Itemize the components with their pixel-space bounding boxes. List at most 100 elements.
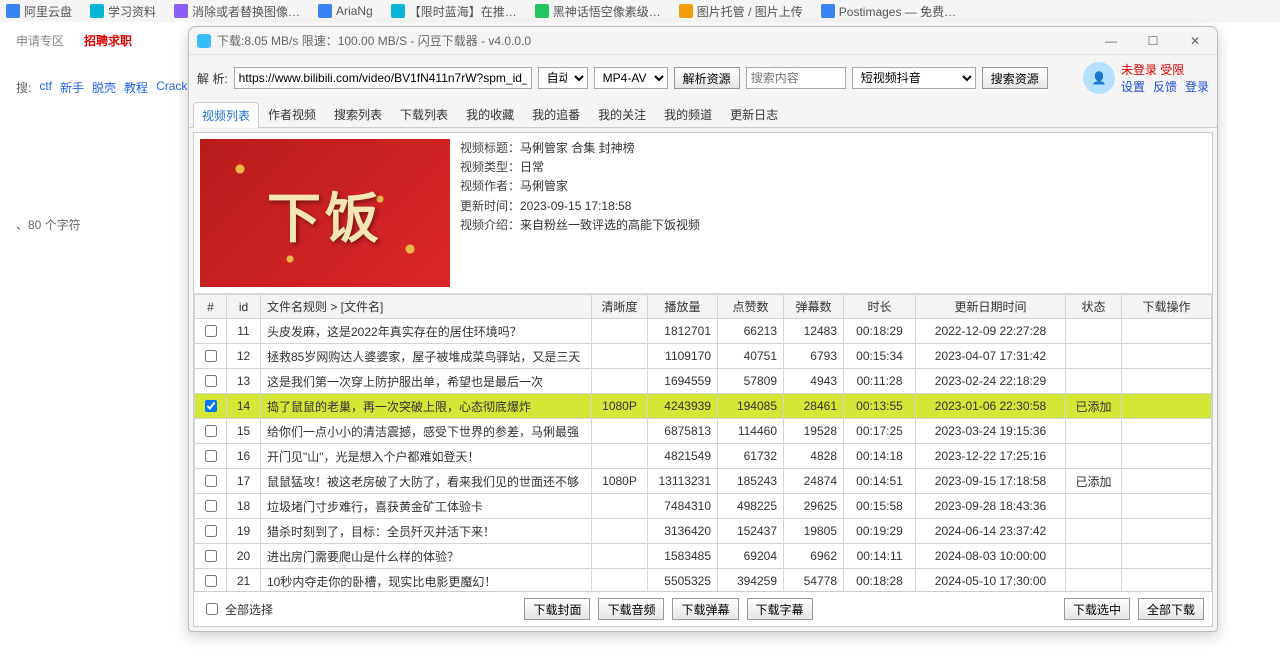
close-icon[interactable]: ✕ xyxy=(1181,34,1209,48)
browser-tab[interactable]: 学习资料 xyxy=(90,3,156,20)
user-link-反馈[interactable]: 反馈 xyxy=(1153,78,1177,95)
browser-tab[interactable]: 黑神话悟空像素级… xyxy=(535,3,661,20)
cell-action[interactable] xyxy=(1122,494,1212,519)
row-checkbox[interactable] xyxy=(205,350,217,362)
column-header[interactable]: 弹幕数 xyxy=(784,295,844,319)
user-link-登录[interactable]: 登录 xyxy=(1185,78,1209,95)
cell-date: 2023-03-24 19:15:36 xyxy=(916,419,1066,444)
browser-tab[interactable]: AriaNg xyxy=(318,4,373,18)
back-hiring[interactable]: 招聘求职 xyxy=(84,32,132,49)
column-header[interactable]: 状态 xyxy=(1066,295,1122,319)
minimize-icon[interactable]: — xyxy=(1097,34,1125,48)
column-header[interactable]: 下载操作 xyxy=(1122,295,1212,319)
cell-action[interactable] xyxy=(1122,319,1212,344)
table-row[interactable]: 14捣了鼠鼠的老巢，再一次突破上限，心态彻底爆炸1080P42439391940… xyxy=(195,394,1212,419)
table-row[interactable]: 20进出房门需要爬山是什么样的体验？158348569204696200:14:… xyxy=(195,544,1212,569)
format-select[interactable]: MP4-AVC xyxy=(594,67,668,89)
browser-tab[interactable]: 阿里云盘 xyxy=(6,3,72,20)
search-type-select[interactable]: 短视频抖音 xyxy=(852,67,976,89)
user-block: 👤 未登录 受限 设置反馈登录 xyxy=(1083,61,1209,95)
cell-action[interactable] xyxy=(1122,369,1212,394)
tab-1[interactable]: 作者视频 xyxy=(259,101,325,127)
table-row[interactable]: 18垃圾堵门寸步难行，喜获黄金矿工体验卡74843104982252962500… xyxy=(195,494,1212,519)
cell-action[interactable] xyxy=(1122,519,1212,544)
cell-action[interactable] xyxy=(1122,394,1212,419)
row-checkbox[interactable] xyxy=(205,550,217,562)
table-row[interactable]: 13这是我们第一次穿上防护服出单，希望也是最后一次169455957809494… xyxy=(195,369,1212,394)
back-link[interactable]: ctf xyxy=(39,79,52,96)
user-link-设置[interactable]: 设置 xyxy=(1121,78,1145,95)
cell-action[interactable] xyxy=(1122,419,1212,444)
tab-3[interactable]: 下载列表 xyxy=(391,101,457,127)
table-row[interactable]: 15给你们一点小小的清洁震撼，感受下世界的参差，马俐最强687581311446… xyxy=(195,419,1212,444)
cell-id: 12 xyxy=(227,344,261,369)
column-header[interactable]: 播放量 xyxy=(648,295,718,319)
footer-btn-下载封面[interactable]: 下载封面 xyxy=(524,598,590,620)
footer-btn-全部下载[interactable]: 全部下载 xyxy=(1138,598,1204,620)
cell-likes: 498225 xyxy=(718,494,784,519)
cell-dur: 00:18:28 xyxy=(844,569,916,592)
table-row[interactable]: 17鼠鼠猛攻！被这老房破了大防了，看来我们见的世面还不够1080P1311323… xyxy=(195,469,1212,494)
back-section[interactable]: 申请专区 xyxy=(16,32,64,49)
back-link[interactable]: 新手 xyxy=(60,79,84,96)
parse-button[interactable]: 解析资源 xyxy=(674,67,740,89)
row-checkbox[interactable] xyxy=(205,525,217,537)
footer-btn-下载音频[interactable]: 下载音频 xyxy=(598,598,664,620)
footer-btn-下载弹幕[interactable]: 下载弹幕 xyxy=(672,598,738,620)
back-link[interactable]: 脱壳 xyxy=(92,79,116,96)
table-row[interactable]: 12拯救85岁网购达人婆婆家，屋子被堆成菜鸟驿站，又是三天11091704075… xyxy=(195,344,1212,369)
footer-btn-下载字幕[interactable]: 下载字幕 xyxy=(747,598,813,620)
table-row[interactable]: 2110秒内夺走你的卧槽，现实比电影更魔幻！550532539425954778… xyxy=(195,569,1212,592)
browser-tab[interactable]: 消除或者替换图像… xyxy=(174,3,300,20)
avatar[interactable]: 👤 xyxy=(1083,62,1115,94)
auto-select[interactable]: 自动 xyxy=(538,67,588,89)
row-checkbox[interactable] xyxy=(205,475,217,487)
search-input[interactable] xyxy=(746,67,846,89)
table-row[interactable]: 11头皮发麻，这是2022年真实存在的居住环境吗？181270166213124… xyxy=(195,319,1212,344)
meta-intro: 来自粉丝一致评选的高能下饭视频 xyxy=(520,218,700,232)
row-checkbox[interactable] xyxy=(205,375,217,387)
tab-8[interactable]: 更新日志 xyxy=(721,101,787,127)
url-input[interactable] xyxy=(234,67,532,89)
cell-action[interactable] xyxy=(1122,569,1212,592)
cell-likes: 57809 xyxy=(718,369,784,394)
cell-likes: 114460 xyxy=(718,419,784,444)
browser-tab[interactable]: Postimages — 免费… xyxy=(821,3,956,20)
cell-name: 捣了鼠鼠的老巢，再一次突破上限，心态彻底爆炸 xyxy=(261,394,592,419)
column-header[interactable]: 文件名规则 > [文件名] xyxy=(261,295,592,319)
table-row[interactable]: 19猎杀时刻到了，目标：全员歼灭并活下来！3136420152437198050… xyxy=(195,519,1212,544)
maximize-icon[interactable]: ☐ xyxy=(1139,34,1167,48)
cell-action[interactable] xyxy=(1122,444,1212,469)
tab-5[interactable]: 我的追番 xyxy=(523,101,589,127)
row-checkbox[interactable] xyxy=(205,400,217,412)
browser-tab-strip: 阿里云盘 学习资料 消除或者替换图像… AriaNg 【限时蓝海】在推… 黑神话悟空像素级… xyxy=(0,0,1280,22)
footer-btn-下载选中[interactable]: 下载选中 xyxy=(1064,598,1130,620)
column-header[interactable]: 时长 xyxy=(844,295,916,319)
tab-6[interactable]: 我的关注 xyxy=(589,101,655,127)
row-checkbox[interactable] xyxy=(205,425,217,437)
browser-tab[interactable]: 【限时蓝海】在推… xyxy=(391,3,517,20)
column-header[interactable]: # xyxy=(195,295,227,319)
row-checkbox[interactable] xyxy=(205,500,217,512)
column-header[interactable]: 更新日期时间 xyxy=(916,295,1066,319)
cell-action[interactable] xyxy=(1122,544,1212,569)
browser-tab[interactable]: 图片托管 / 图片上传 xyxy=(679,3,803,20)
column-header[interactable]: 清晰度 xyxy=(592,295,648,319)
table-row[interactable]: 16开门见"山"，光是想入个户都难如登天！482154961732482800:… xyxy=(195,444,1212,469)
column-header[interactable]: id xyxy=(227,295,261,319)
video-table[interactable]: #id文件名规则 > [文件名]清晰度播放量点赞数弹幕数时长更新日期时间状态下载… xyxy=(194,294,1212,591)
column-header[interactable]: 点赞数 xyxy=(718,295,784,319)
select-all-checkbox[interactable]: 全部选择 xyxy=(202,600,273,618)
back-link[interactable]: 教程 xyxy=(124,79,148,96)
cell-action[interactable] xyxy=(1122,344,1212,369)
row-checkbox[interactable] xyxy=(205,575,217,587)
cell-action[interactable] xyxy=(1122,469,1212,494)
tab-0[interactable]: 视频列表 xyxy=(193,102,259,128)
row-checkbox[interactable] xyxy=(205,450,217,462)
tab-2[interactable]: 搜索列表 xyxy=(325,101,391,127)
search-button[interactable]: 搜索资源 xyxy=(982,67,1048,89)
tab-7[interactable]: 我的频道 xyxy=(655,101,721,127)
favicon-icon xyxy=(90,4,104,18)
tab-4[interactable]: 我的收藏 xyxy=(457,101,523,127)
row-checkbox[interactable] xyxy=(205,325,217,337)
